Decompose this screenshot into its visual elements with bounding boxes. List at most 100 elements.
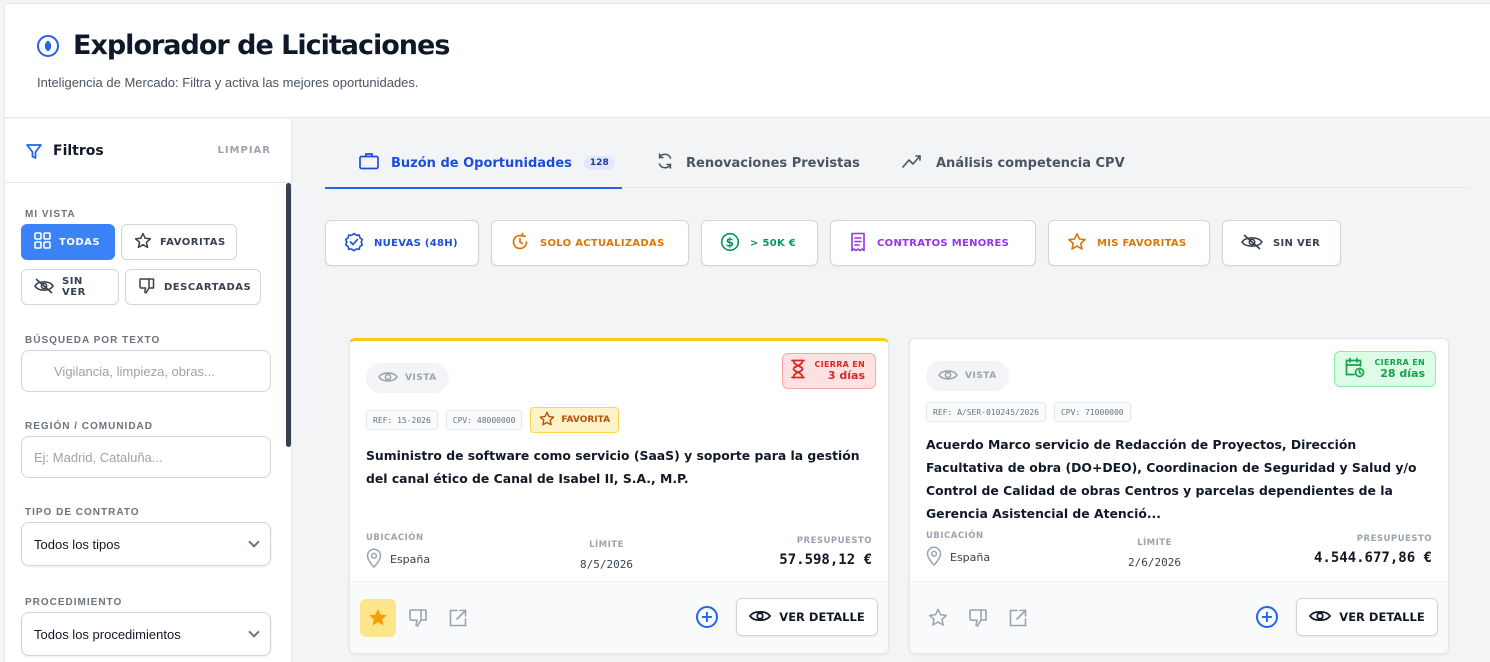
star-filled-icon	[369, 609, 387, 626]
view-favorites-button[interactable]: FAVORITAS	[121, 224, 237, 260]
discard-button[interactable]	[960, 599, 996, 637]
clear-filters-button[interactable]: LIMPIAR	[217, 145, 271, 156]
view-all-label: TODAS	[59, 236, 101, 248]
thumbs-down-icon	[969, 609, 987, 627]
trend-icon	[902, 153, 924, 173]
hourglass-icon	[790, 359, 805, 383]
badge-check-icon	[344, 232, 364, 255]
filters-sidebar: Filtros LIMPIAR MI VISTA TODAS FAVORITAS…	[4, 119, 292, 662]
budget-value: 4.544.677,86 €	[1313, 550, 1432, 566]
tab-renewals[interactable]: Renovaciones Previstas	[656, 138, 860, 188]
procedure-label: PROCEDIMIENTO	[25, 597, 123, 608]
discard-button[interactable]	[400, 599, 436, 637]
eye-icon	[378, 370, 398, 387]
quick-filter-new-label: NUEVAS (48H)	[374, 237, 458, 249]
quick-filter-new[interactable]: NUEVAS (48H)	[325, 220, 479, 266]
contract-type-select[interactable]: Todos los tipos	[21, 522, 271, 566]
closes-in-value: 28 días	[1380, 367, 1425, 381]
search-placeholder: Vigilancia, limpieza, obras...	[54, 363, 215, 379]
quick-filter-unseen[interactable]: SIN VER	[1222, 220, 1341, 266]
eye-icon	[1309, 608, 1332, 627]
region-input[interactable]: Ej: Madrid, Cataluña...	[21, 436, 271, 478]
closes-in-value: 3 días	[827, 369, 865, 383]
location-info: UBICACIÓN España	[366, 533, 430, 571]
quick-filter-50k[interactable]: $ > 50K €	[701, 220, 818, 266]
budget-info: PRESUPUESTO 57.598,12 €	[779, 536, 872, 568]
search-section-label: BÚSQUEDA POR TEXTO	[25, 335, 161, 346]
tab-renewals-label: Renovaciones Previstas	[686, 155, 860, 171]
view-all-button[interactable]: TODAS	[21, 224, 115, 260]
star-icon	[539, 411, 555, 430]
eye-off-icon	[34, 277, 54, 297]
location-label: UBICACIÓN	[926, 531, 984, 541]
ref-chip: REF: 15-2026	[366, 410, 438, 430]
view-detail-button[interactable]: VER DETALLE	[1296, 598, 1438, 636]
view-unseen-button[interactable]: SIN VER	[21, 269, 119, 305]
grid-icon	[34, 232, 51, 252]
quick-filter-minor-contracts[interactable]: CONTRATOS MENORES	[830, 220, 1036, 266]
location-info: UBICACIÓN España	[926, 531, 990, 569]
add-button[interactable]: +	[696, 606, 718, 628]
quick-filter-updated[interactable]: SOLO ACTUALIZADAS	[491, 220, 689, 266]
map-pin-icon	[926, 546, 942, 569]
quick-filter-my-favorites[interactable]: MIS FAVORITAS	[1048, 220, 1210, 266]
clock-refresh-icon	[510, 232, 530, 255]
seen-label: VISTA	[405, 373, 437, 383]
favorite-toggle-button[interactable]	[920, 599, 956, 637]
tender-title[interactable]: Acuerdo Marco servicio de Redacción de P…	[926, 433, 1434, 525]
thumbs-down-icon	[409, 609, 427, 627]
deadline-label: LÍMITE	[1137, 538, 1172, 548]
svg-text:$: $	[726, 235, 735, 249]
add-button[interactable]: +	[1256, 606, 1278, 628]
view-detail-label: VER DETALLE	[779, 610, 865, 624]
budget-value: 57.598,12 €	[779, 552, 872, 568]
tab-opportunities-label: Buzón de Oportunidades	[391, 155, 572, 171]
favorite-label: FAVORITA	[561, 415, 611, 425]
eye-icon	[749, 608, 772, 627]
tab-opportunities[interactable]: Buzón de Oportunidades 128	[325, 138, 622, 189]
location-value: España	[390, 553, 431, 566]
chevron-down-icon	[248, 536, 260, 548]
view-section-label: MI VISTA	[25, 209, 76, 220]
calendar-clock-icon	[1343, 356, 1365, 382]
sidebar-scrollbar[interactable]	[286, 183, 291, 447]
tender-title[interactable]: Suministro de software como servicio (Sa…	[366, 444, 874, 490]
page-title: Explorador de Licitaciones	[73, 30, 450, 61]
budget-label: PRESUPUESTO	[796, 536, 872, 546]
external-link-icon	[1009, 609, 1027, 627]
dollar-circle-icon: $	[720, 232, 740, 255]
view-discarded-button[interactable]: DESCARTADAS	[125, 269, 261, 305]
open-external-button[interactable]	[1000, 599, 1036, 637]
view-unseen-label: SIN VER	[62, 276, 86, 298]
page-subtitle: Inteligencia de Mercado: Filtra y activa…	[37, 75, 419, 90]
region-placeholder: Ej: Madrid, Cataluña...	[34, 449, 163, 465]
location-label: UBICACIÓN	[366, 533, 424, 543]
cpv-chip: CPV: 48000000	[445, 410, 523, 430]
filters-title: Filtros	[53, 142, 104, 159]
favorite-toggle-button[interactable]	[360, 599, 396, 637]
region-section-label: REGIÓN / COMUNIDAD	[25, 421, 153, 432]
quick-filter-updated-label: SOLO ACTUALIZADAS	[540, 237, 665, 249]
tender-card[interactable]: VISTA CIERRA EN 3 días REF: 15-2026 CPV:…	[349, 338, 889, 654]
seen-badge: VISTA	[926, 361, 1009, 391]
search-input[interactable]: Vigilancia, limpieza, obras...	[21, 350, 271, 392]
closes-in-label: CIERRA EN	[814, 359, 865, 369]
cpv-chip: CPV: 71000000	[1053, 402, 1131, 422]
eye-off-icon	[1241, 233, 1263, 253]
external-link-icon	[449, 609, 467, 627]
view-detail-button[interactable]: VER DETALLE	[736, 598, 878, 636]
procedure-select[interactable]: Todos los procedimientos	[21, 612, 271, 656]
tender-card[interactable]: VISTA CIERRA EN 28 días REF: A/SER-01024…	[909, 338, 1449, 654]
tab-cpv-analysis[interactable]: Análisis competencia CPV	[902, 138, 1125, 188]
star-icon	[928, 608, 948, 626]
receipt-icon	[849, 232, 867, 255]
view-detail-label: VER DETALLE	[1339, 610, 1425, 624]
eye-icon	[938, 368, 958, 385]
chevron-down-icon	[248, 626, 260, 638]
deadline-info: LÍMITE 2/6/2026	[1128, 538, 1181, 569]
procedure-value: Todos los procedimientos	[34, 626, 181, 642]
open-external-button[interactable]	[440, 599, 476, 637]
briefcase-icon	[359, 152, 379, 174]
location-value: España	[950, 551, 991, 564]
title-row: Explorador de Licitaciones	[37, 30, 450, 61]
